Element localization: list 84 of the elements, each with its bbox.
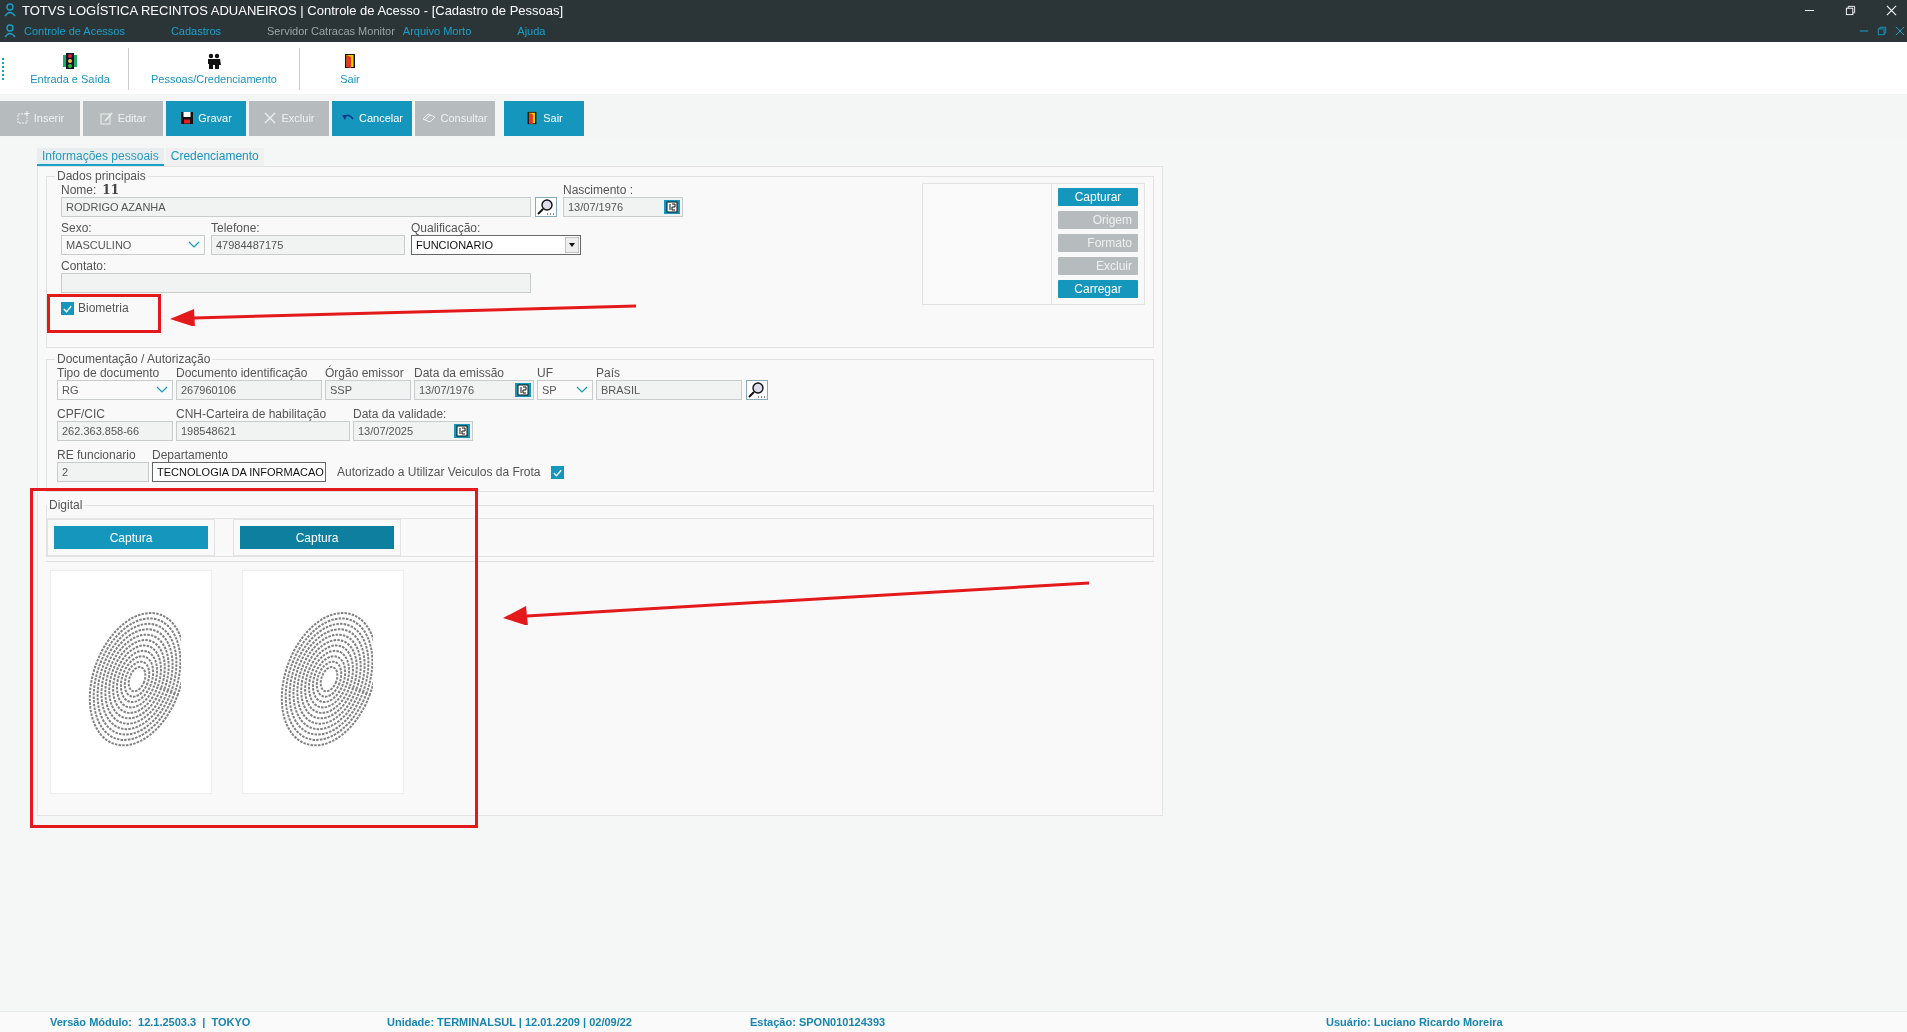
phone-field[interactable]: 47984487175 — [211, 235, 405, 255]
status-text: Versão Módulo: 12.1.2503.3 | TOKYO — [50, 1016, 252, 1028]
toolbar-button[interactable]: Sair — [300, 48, 400, 90]
chevron-down-icon — [156, 386, 168, 394]
dropdown-arrow-icon — [565, 237, 579, 253]
chevron-down-icon — [576, 386, 588, 394]
contact-field[interactable] — [61, 273, 531, 293]
edit-icon — [99, 111, 114, 125]
menu-item[interactable]: Controle de Acessos — [24, 25, 125, 37]
insert-icon — [15, 111, 30, 125]
calendar-icon[interactable] — [515, 383, 531, 397]
group-title: Digital — [48, 498, 84, 512]
user-icon — [4, 3, 16, 17]
photo-button[interactable]: Capturar — [1058, 188, 1138, 206]
field-label: País — [596, 366, 621, 380]
group-title: Documentação / Autorização — [56, 352, 212, 366]
state-dropdown[interactable]: SP — [537, 380, 593, 400]
restore-icon[interactable] — [1845, 4, 1856, 16]
search-icon[interactable] — [746, 380, 768, 400]
field-label: Tipo de documento — [57, 366, 161, 380]
field-label: Autorizado a Utilizar Veiculos da Frota — [337, 465, 541, 479]
toolbar-button[interactable]: Cancelar — [332, 100, 412, 136]
field-label: Contato: — [61, 259, 108, 273]
checkbox[interactable] — [61, 301, 74, 315]
toolbar-grip[interactable] — [2, 58, 6, 80]
field-label: Data da emissão — [414, 366, 506, 380]
biometria-checkbox[interactable]: Biometria — [61, 301, 129, 315]
status-text: Unidade: TERMINALSUL | 12.01.2209 | 02/09/22 — [387, 1016, 633, 1028]
capture-button[interactable]: Captura — [240, 526, 394, 549]
field-label: Qualificação: — [411, 221, 482, 235]
menu-item[interactable]: Arquivo Morto — [402, 25, 472, 37]
save-icon — [180, 111, 195, 125]
group-title: Dados principais — [56, 169, 147, 183]
checkbox[interactable] — [551, 465, 565, 479]
field-label: CPF/CIC — [57, 407, 106, 421]
date-field[interactable]: 13/07/2025 — [353, 421, 473, 441]
photo-button[interactable]: Carregar — [1058, 280, 1138, 298]
capture-button[interactable]: Captura — [54, 526, 208, 549]
query-icon — [422, 111, 437, 125]
door-icon — [342, 53, 358, 69]
search-icon[interactable] — [535, 197, 557, 217]
calendar-icon[interactable] — [454, 424, 470, 438]
field-label: Documento identificação — [176, 366, 309, 380]
person-code: 11 — [102, 183, 120, 197]
menu-item[interactable]: Cadastros — [170, 25, 222, 37]
field-label: Telefone: — [211, 221, 261, 235]
field-label: Órgão emissor — [325, 366, 405, 380]
window-title: TOTVS LOGÍSTICA RECINTOS ADUANEIROS | Controle de Acesso - [Cadastro de Pessoas] — [22, 2, 564, 18]
field-label: Nascimento : — [563, 183, 635, 197]
traffic-light-icon — [62, 53, 78, 69]
status-text: Estação: SPON010124393 — [750, 1016, 887, 1028]
issuer-field[interactable]: SSP — [325, 380, 411, 400]
tab[interactable]: Credenciamento — [165, 148, 264, 166]
country-field[interactable]: BRASIL — [596, 380, 742, 400]
toolbar-button[interactable]: Sair — [504, 100, 584, 136]
field-label: Nome: — [61, 183, 97, 197]
menu-item[interactable]: Ajuda — [517, 25, 546, 37]
document-type-dropdown[interactable]: RG — [57, 380, 173, 400]
document-field[interactable]: 267960106 — [176, 380, 322, 400]
field-label: CNH-Carteira de habilitação — [176, 407, 328, 421]
field-label: Sexo: — [61, 221, 93, 235]
sex-dropdown[interactable]: MASCULINO — [61, 235, 205, 255]
user-icon — [4, 24, 16, 38]
qualification-dropdown[interactable]: FUNCIONARIO — [411, 235, 581, 255]
name-field[interactable]: RODRIGO AZANHA — [61, 197, 531, 217]
cpf-field[interactable]: 262.363.858-66 — [57, 421, 173, 441]
toolbar-button[interactable]: Pessoas/Credenciamento — [129, 48, 300, 90]
license-field[interactable]: 198548621 — [176, 421, 350, 441]
toolbar-button[interactable]: Entrada e Saída — [12, 48, 129, 90]
field-label: RE funcionario — [57, 448, 137, 462]
status-text: Usuário: Luciano Ricardo Moreira — [1326, 1016, 1503, 1028]
date-field[interactable]: 13/07/1976 — [414, 380, 534, 400]
employee-id-field[interactable]: 2 — [57, 462, 149, 482]
field-label: Departamento — [152, 448, 230, 462]
toolbar-button[interactable]: Gravar — [166, 100, 246, 136]
people-icon — [206, 53, 222, 69]
chevron-down-icon — [188, 241, 200, 249]
field-label: Data da validade: — [353, 407, 448, 421]
date-field[interactable]: 13/07/1976 — [563, 197, 683, 217]
department-dropdown[interactable]: TECNOLOGIA DA INFORMACAO — [152, 462, 326, 482]
calendar-icon[interactable] — [664, 200, 680, 214]
cross-icon — [263, 111, 278, 125]
field-label: UF — [537, 366, 554, 380]
tab[interactable]: Informações pessoais — [37, 148, 164, 166]
